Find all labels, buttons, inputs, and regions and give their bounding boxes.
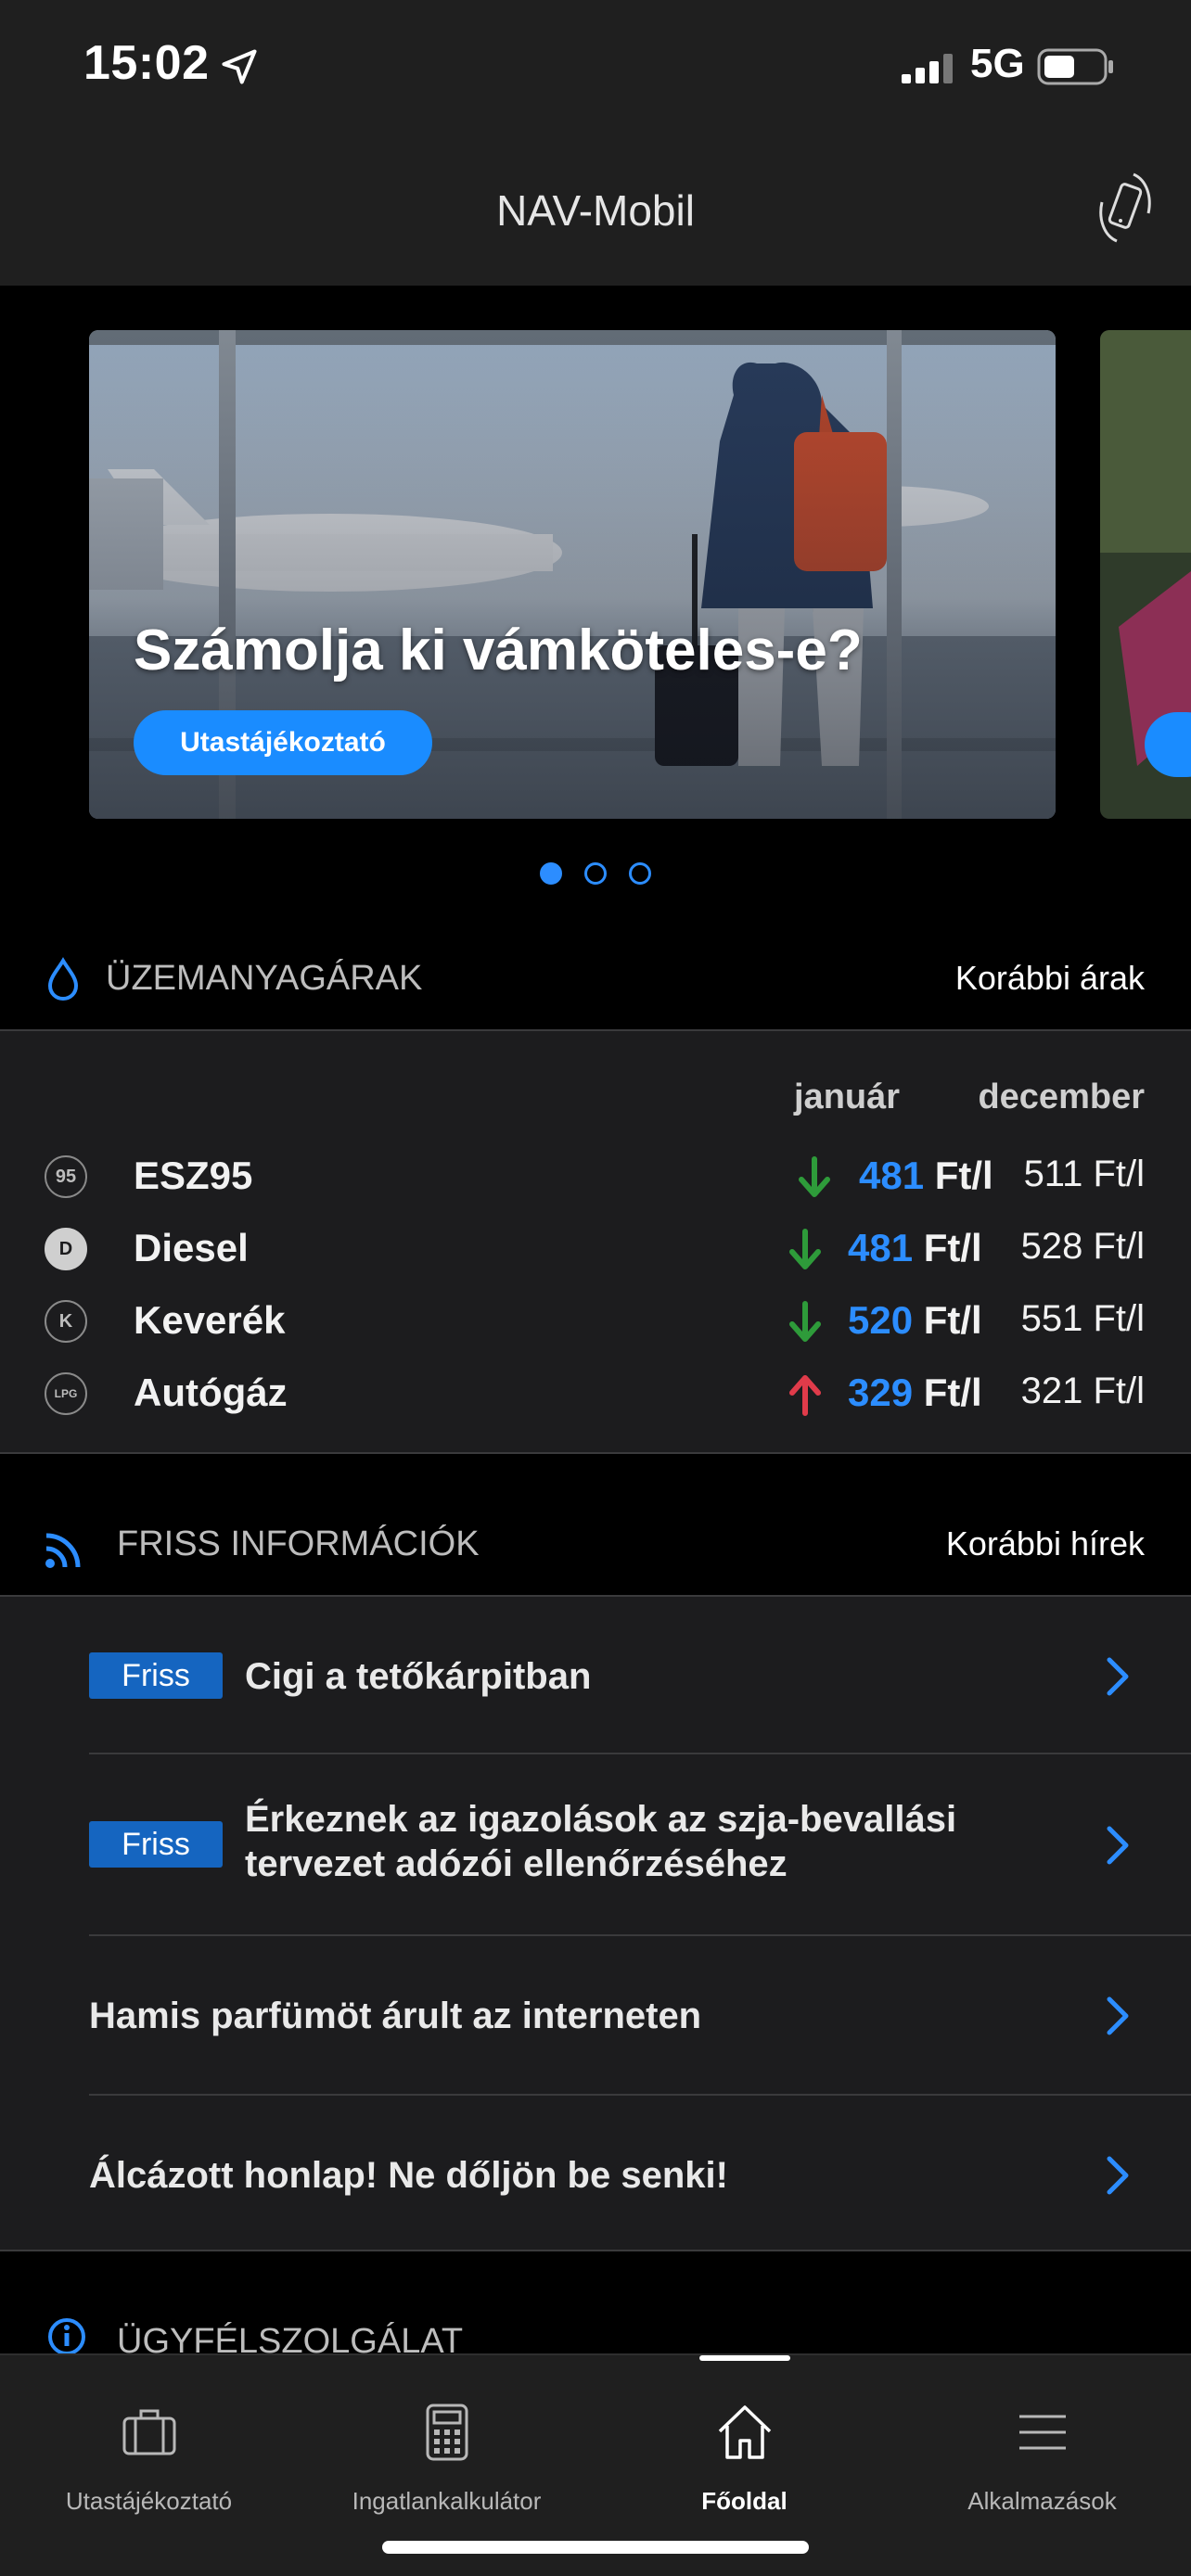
news-title: Érkeznek az igazolások az szja-bevallási… — [245, 1797, 956, 1886]
chevron-right-icon — [1107, 1826, 1129, 1865]
fuel-row: D Diesel 481 Ft/l 528 Ft/l — [0, 1215, 1191, 1287]
price-unit: Ft/l — [923, 1226, 982, 1269]
fuel-badge: K — [45, 1300, 87, 1343]
fuel-section-header: ÜZEMANYAGÁRAK Korábbi árak — [0, 927, 1191, 1029]
news-item[interactable]: Friss Érkeznek az igazolások az szja-bev… — [89, 1754, 1191, 1936]
tab-label: Utastájékoztató — [65, 2487, 233, 2515]
price-unit: Ft/l — [934, 1154, 993, 1197]
fuel-current-price: 329 Ft/l — [848, 1371, 982, 1415]
arrow-down-icon — [789, 1229, 821, 1269]
location-arrow-icon — [222, 49, 257, 84]
drop-icon — [47, 957, 79, 1001]
fuel-section-title: ÜZEMANYAGÁRAK — [106, 959, 423, 998]
fuel-current-price: 520 Ft/l — [848, 1298, 982, 1343]
price-unit: Ft/l — [923, 1371, 982, 1414]
news-item[interactable]: Friss Cigi a tetőkárpitban — [89, 1597, 1191, 1754]
arrow-down-icon — [789, 1301, 821, 1342]
menu-icon — [1019, 2415, 1066, 2450]
status-time: 15:02 — [83, 36, 210, 90]
rss-icon — [45, 1533, 81, 1568]
fuel-name: Diesel — [134, 1226, 249, 1269]
price-value: 481 — [848, 1226, 914, 1269]
fuel-name: Autógáz — [134, 1371, 288, 1414]
price-value: 329 — [848, 1371, 914, 1414]
price-unit: Ft/l — [923, 1298, 982, 1342]
info-icon — [48, 2318, 85, 2353]
carousel-pager[interactable] — [0, 862, 1191, 885]
fuel-current-price: 481 Ft/l — [848, 1226, 982, 1270]
col-current-month: január — [794, 1078, 901, 1116]
fuel-name: Keverék — [134, 1298, 286, 1342]
tab-utastajekoztato[interactable]: Utastájékoztató — [0, 2378, 298, 2517]
hero-banner[interactable]: Számolja ki vámköteles-e? Utastájékoztat… — [89, 330, 1056, 819]
news-title-line: tervezet adózói ellenőrzéséhez — [245, 1843, 788, 1884]
fuel-row: 95 ESZ95 481 Ft/l 511 Ft/l — [0, 1142, 1191, 1215]
tab-fooldal[interactable]: Főoldal — [596, 2378, 893, 2517]
news-title-line: Érkeznek az igazolások az szja-bevallási — [245, 1799, 957, 1840]
news-item[interactable]: Hamis parfümöt árult az interneten — [89, 1936, 1191, 2096]
page-title: NAV-Mobil — [496, 186, 695, 235]
battery-icon — [1037, 48, 1113, 85]
calculator-icon — [426, 2404, 468, 2461]
next-card-image — [1100, 330, 1191, 819]
news-title: Cigi a tetőkárpitban — [245, 1656, 592, 1697]
home-icon — [718, 2405, 772, 2459]
chevron-right-icon — [1107, 1657, 1129, 1696]
chevron-right-icon — [1107, 2156, 1129, 2195]
pager-dot[interactable] — [584, 862, 607, 885]
fuel-previous-price: 511 Ft/l — [1023, 1154, 1145, 1194]
news-section-title: FRISS INFORMÁCIÓK — [117, 1524, 480, 1563]
chevron-right-icon — [1107, 1996, 1129, 2035]
news-section-header: FRISS INFORMÁCIÓK Korábbi hírek — [0, 1493, 1191, 1595]
hero-next-card[interactable] — [1100, 330, 1191, 819]
price-value: 520 — [848, 1298, 914, 1342]
earlier-news-link[interactable]: Korábbi hírek — [946, 1524, 1145, 1563]
phone-logo-icon[interactable] — [1096, 169, 1154, 247]
fuel-row: LPG Autógáz 329 Ft/l 321 Ft/l — [0, 1359, 1191, 1432]
earlier-prices-link[interactable]: Korábbi árak — [955, 959, 1145, 998]
customer-service-title: ÜGYFÉLSZOLGÁLAT — [117, 2322, 464, 2353]
fuel-name: ESZ95 — [134, 1154, 253, 1197]
top-bar: 15:02 5G NAV-Mobil — [0, 0, 1191, 286]
hero-cta-button[interactable]: Utastájékoztató — [134, 710, 432, 775]
arrow-up-icon — [789, 1375, 821, 1416]
pager-dot[interactable] — [629, 862, 651, 885]
fuel-current-price: 481 Ft/l — [859, 1154, 993, 1198]
home-indicator[interactable] — [382, 2541, 809, 2554]
fuel-row: K Keverék 520 Ft/l 551 Ft/l — [0, 1287, 1191, 1359]
cellular-signal-icon — [902, 54, 953, 83]
fuel-badge: 95 — [45, 1155, 87, 1198]
network-type: 5G — [970, 41, 1025, 86]
fuel-previous-price: 321 Ft/l — [1020, 1371, 1145, 1411]
tab-label: Alkalmazások — [967, 2487, 1117, 2515]
fuel-badge: D — [45, 1228, 87, 1270]
col-previous-month: december — [978, 1078, 1145, 1116]
tab-label: Főoldal — [701, 2487, 788, 2515]
fuel-badge: LPG — [45, 1372, 87, 1415]
news-item[interactable]: Álcázott honlap! Ne dőljön be senki! — [89, 2096, 1191, 2251]
arrow-down-icon — [799, 1156, 830, 1197]
new-badge: Friss — [89, 1652, 223, 1699]
tab-ingatlankalkulator[interactable]: Ingatlankalkulátor — [298, 2378, 596, 2517]
news-title: Álcázott honlap! Ne dőljön be senki! — [89, 2155, 728, 2196]
fuel-previous-price: 528 Ft/l — [1020, 1226, 1145, 1267]
new-badge: Friss — [89, 1821, 223, 1868]
hero-title: Számolja ki vámköteles-e? — [134, 618, 863, 682]
fuel-prices-table: január december 95 ESZ95 481 Ft/l 511 Ft… — [0, 1029, 1191, 1454]
price-value: 481 — [859, 1154, 925, 1197]
news-title: Hamis parfümöt árult az interneten — [89, 1996, 702, 2036]
pager-dot[interactable] — [540, 862, 562, 885]
news-list: Friss Cigi a tetőkárpitban Friss Érkezne… — [0, 1595, 1191, 2251]
fuel-previous-price: 551 Ft/l — [1020, 1298, 1145, 1339]
tab-label: Ingatlankalkulátor — [352, 2487, 542, 2515]
customer-service-section-header: ÜGYFÉLSZOLGÁLAT — [0, 2251, 1191, 2353]
active-tab-indicator — [699, 2355, 790, 2361]
tab-alkalmazasok[interactable]: Alkalmazások — [893, 2378, 1191, 2517]
suitcase-icon — [122, 2409, 176, 2455]
